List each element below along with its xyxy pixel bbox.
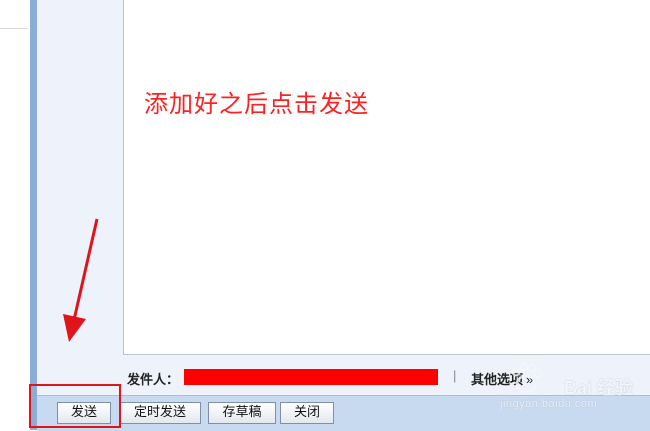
arrow-down-left-icon (63, 218, 99, 342)
sender-address-redacted[interactable] (184, 369, 438, 385)
watermark-url: jingyan.baidu.com (500, 398, 598, 410)
scheduled-send-button[interactable]: 定时发送 (119, 402, 201, 424)
left-rail (30, 0, 37, 430)
paw-logo-icon (511, 362, 543, 394)
sender-label: 发件人： (127, 372, 180, 387)
annotation-highlight-box (29, 384, 121, 428)
save-draft-button[interactable]: 存草稿 (208, 402, 276, 424)
sender-separator: | (453, 368, 457, 383)
left-pane (0, 0, 30, 430)
close-button[interactable]: 关闭 (280, 402, 334, 424)
message-editor[interactable]: 添加好之后点击发送 (123, 0, 650, 355)
editor-body-text: 添加好之后点击发送 (144, 90, 369, 118)
watermark-brand: Bai 经验 (564, 378, 634, 398)
left-pane-divider (0, 28, 28, 29)
compose-area: 添加好之后点击发送 (37, 0, 650, 395)
baidu-jingyan-watermark: Bai 经验 jingyan.baidu.com (498, 356, 648, 416)
